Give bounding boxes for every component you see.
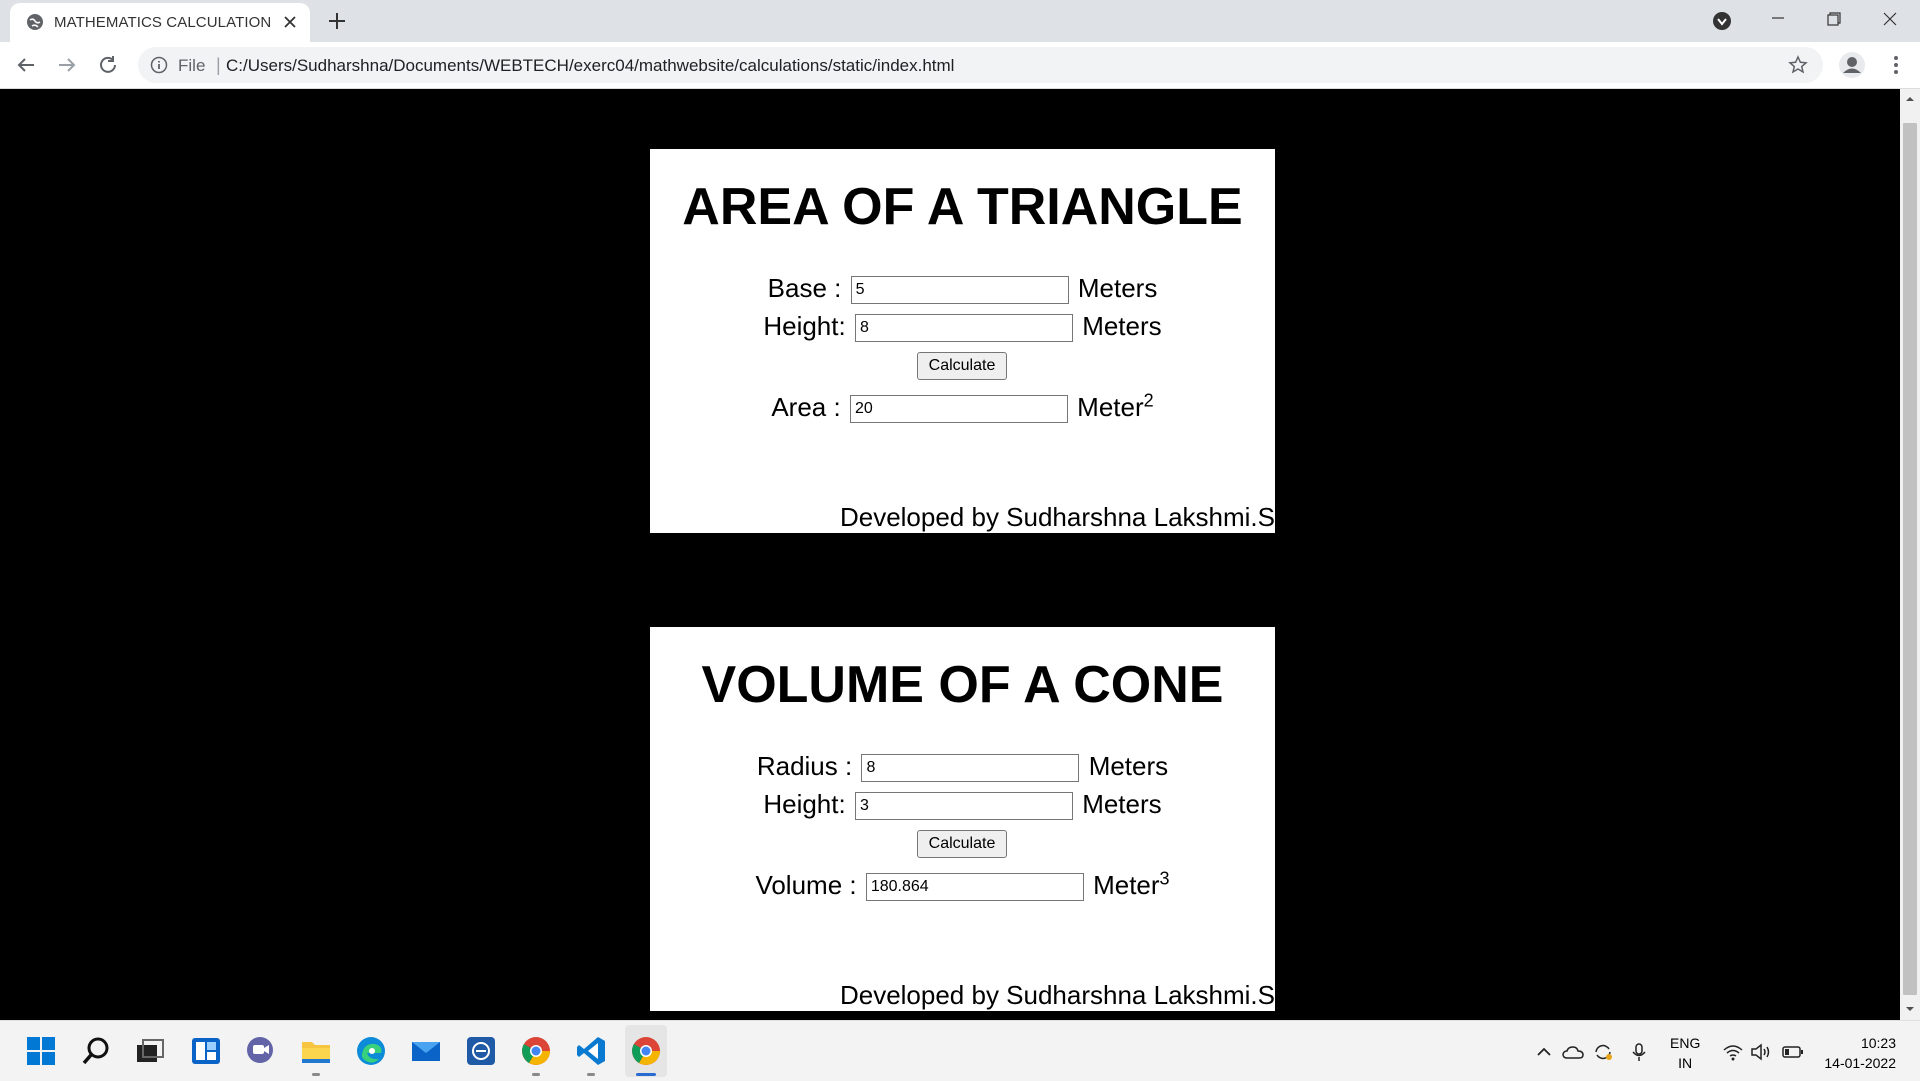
close-window-icon[interactable] [1862,0,1918,42]
page-viewport: AREA OF A TRIANGLE Base : Meters Height:… [0,89,1900,1020]
language-code: ENG [1670,1035,1701,1051]
area-unit-exponent: 2 [1143,390,1154,411]
triangle-calculate-button[interactable]: Calculate [917,352,1007,380]
volume-output[interactable] [865,873,1084,902]
close-tab-icon[interactable] [280,12,300,32]
area-unit-text: Meter [1077,392,1144,422]
address-bar[interactable]: File | C:/Users/Sudharshna/Documents/WEB… [138,47,1823,83]
volume-row: Volume : Meter3 [650,868,1275,902]
area-label: Area : [771,392,841,422]
cone-calculate-button[interactable]: Calculate [917,830,1007,858]
chrome-running-indicator [532,1073,540,1076]
triangle-card: AREA OF A TRIANGLE Base : Meters Height:… [650,149,1275,533]
volume-icon[interactable] [1750,1043,1772,1061]
chat-icon[interactable] [245,1035,277,1067]
radius-input[interactable] [861,754,1080,783]
cone-card: VOLUME OF A CONE Radius : Meters Height:… [650,627,1275,1011]
edge-icon[interactable] [355,1035,387,1067]
system-clock[interactable]: 10:23 14-01-2022 [1820,1033,1896,1073]
onedrive-cloud-icon[interactable] [1562,1043,1584,1061]
mail-icon[interactable] [410,1035,442,1067]
battery-icon[interactable] [1782,1043,1804,1061]
omnibox-separator: | [216,55,221,75]
base-label: Base : [767,273,842,303]
url-text[interactable]: C:/Users/Sudharshna/Documents/WEBTECH/ex… [226,56,954,76]
radius-label: Radius : [756,751,853,781]
radius-row: Radius : Meters [650,751,1275,783]
volume-unit-exponent: 3 [1159,868,1170,889]
restore-icon[interactable] [1806,0,1862,42]
chevron-up-icon[interactable] [1533,1043,1555,1061]
reload-icon[interactable] [96,53,120,77]
scrollbar-thumb[interactable] [1903,123,1917,995]
start-icon[interactable] [25,1035,57,1067]
base-input[interactable] [850,276,1069,305]
browser-tab[interactable]: MATHEMATICS CALCULATION [10,3,310,42]
bookmark-star-icon[interactable] [1788,55,1808,75]
profile-avatar-icon[interactable] [1838,51,1866,79]
triangle-height-input[interactable] [854,314,1073,343]
triangle-title: AREA OF A TRIANGLE [682,178,1243,236]
sync-icon[interactable] [1592,1043,1614,1061]
vscode-icon[interactable] [575,1035,607,1067]
tab-title: MATHEMATICS CALCULATION [54,14,272,31]
globe-icon [27,14,43,30]
input-language[interactable]: ENG IN [1670,1033,1700,1073]
volume-label: Volume : [755,870,857,900]
wifi-icon[interactable] [1722,1043,1744,1061]
area-output[interactable] [849,395,1068,424]
back-icon[interactable] [14,53,38,77]
scroll-up-arrow-icon[interactable] [1904,93,1916,105]
info-icon[interactable] [150,56,168,74]
kebab-menu-icon[interactable] [1884,53,1908,77]
cone-height-row: Height: Meters [650,789,1275,821]
vscode-running-indicator [587,1073,595,1076]
vertical-scrollbar[interactable] [1900,89,1920,1020]
cone-height-unit: Meters [1082,789,1162,819]
chrome-icon[interactable] [520,1035,552,1067]
file-label: File [178,56,206,75]
triangle-height-label: Height: [763,311,846,341]
browser-toolbar: File | C:/Users/Sudharshna/Documents/WEB… [0,42,1920,89]
base-row: Base : Meters [650,273,1275,305]
cone-footer: Developed by Sudharshna Lakshmi.S [839,980,1275,1010]
task-view-icon[interactable] [134,1035,166,1067]
radius-unit: Meters [1088,751,1169,781]
triangle-height-row: Height: Meters [650,311,1275,343]
volume-unit: Meter3 [1093,868,1170,900]
area-unit: Meter2 [1077,390,1154,422]
triangle-footer: Developed by Sudharshna Lakshmi.S [839,502,1275,532]
widgets-icon[interactable] [190,1035,222,1067]
file-explorer-icon[interactable] [300,1035,332,1067]
dell-icon[interactable] [465,1035,497,1067]
volume-unit-text: Meter [1093,870,1160,900]
tab-search-icon[interactable] [1694,0,1750,42]
windows-taskbar: ENG IN 10:23 14-01-2022 [0,1020,1920,1081]
area-row: Area : Meter2 [650,390,1275,424]
file-explorer-running-indicator [312,1073,320,1076]
region-code: IN [1678,1055,1693,1071]
scroll-down-arrow-icon[interactable] [1904,1003,1916,1015]
chrome-active-indicator [636,1073,656,1076]
triangle-height-unit: Meters [1082,311,1162,341]
microphone-icon[interactable] [1628,1043,1650,1061]
clock-time: 10:23 [1860,1035,1896,1051]
search-icon[interactable] [80,1035,112,1067]
new-tab-icon[interactable] [325,9,349,33]
cone-height-label: Height: [763,789,846,819]
cone-title: VOLUME OF A CONE [701,656,1224,714]
forward-icon[interactable] [55,53,79,77]
minimize-icon[interactable] [1750,0,1806,42]
tab-strip: MATHEMATICS CALCULATION [0,0,1920,42]
cone-height-input[interactable] [854,792,1073,821]
chrome-active-icon[interactable] [630,1035,662,1067]
clock-date: 14-01-2022 [1824,1055,1896,1071]
base-unit: Meters [1077,273,1158,303]
